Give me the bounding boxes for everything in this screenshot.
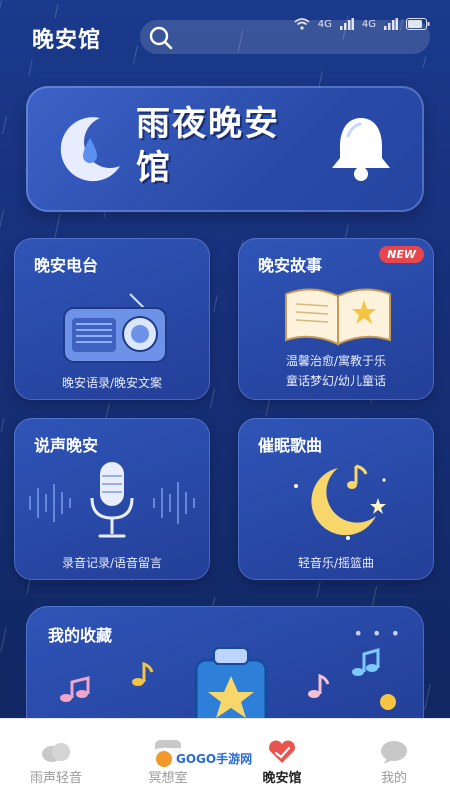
bell-icon (332, 118, 390, 181)
rain-streak (54, 213, 61, 238)
tab-label: 冥想室 (148, 771, 188, 786)
microphone-icon (29, 462, 195, 538)
favorites-section[interactable]: 我的收藏 • • • (26, 606, 424, 726)
book-icon (285, 288, 391, 346)
watermark-text: GOGO手游网 (176, 752, 253, 766)
card-title: 催眠歌曲 (258, 436, 323, 455)
card-title: 晚安电台 (34, 256, 99, 275)
signal-bars-icon (339, 18, 354, 30)
card-bedtime-radio[interactable]: 晚安电台 晚安语录/晚安文案 (14, 238, 210, 400)
rain-night-banner[interactable]: 雨夜晚安馆 (26, 86, 424, 212)
rain-cloud-icon (42, 743, 70, 762)
tab-label: 雨声轻音 (29, 771, 82, 786)
rain-streak (213, 295, 218, 312)
tab-label: 晚安馆 (262, 771, 302, 786)
signal-bars-icon (384, 18, 398, 30)
moon-music-icon (294, 464, 386, 540)
rain-streak (371, 586, 378, 606)
status-bar: 4G 4G (294, 18, 430, 30)
watermark: GOGO手游网 (150, 748, 259, 769)
card-bedtime-story[interactable]: 晚安故事 NEW 温馨治愈/寓教于乐 童话梦幻/幼儿童话 (238, 238, 434, 400)
header: 晚安馆 4G 4G (0, 0, 450, 76)
signal-label-2: 4G (361, 18, 376, 30)
card-subtitle-line2: 童话梦幻/幼儿童话 (285, 374, 387, 388)
favorites-title: 我的收藏 (48, 626, 113, 645)
card-subtitle: 录音记录/语音留言 (61, 556, 163, 570)
card-title: 晚安故事 (258, 256, 323, 275)
signal-label-1: 4G (317, 18, 332, 30)
tab-rain-sounds[interactable]: 雨声轻音 (0, 719, 112, 800)
more-icon[interactable]: • • • (354, 624, 402, 643)
music-notes-illustration (60, 647, 396, 726)
card-title: 说声晚安 (34, 436, 99, 455)
chat-icon (381, 741, 407, 764)
rain-streak (0, 209, 5, 230)
page-title: 晚安馆 (32, 28, 102, 53)
rain-streak (424, 683, 431, 710)
rain-streak (209, 388, 216, 408)
search-icon[interactable] (148, 25, 174, 51)
tab-mine[interactable]: 我的 (338, 719, 450, 800)
rain-streak (0, 627, 7, 652)
card-subtitle: 轻音乐/摇篮曲 (297, 556, 375, 570)
tab-label: 我的 (380, 771, 407, 786)
heart-icon (269, 740, 295, 763)
watermark-logo-icon (156, 750, 172, 767)
radio-icon (63, 293, 167, 363)
battery-icon (406, 18, 430, 30)
rain-streak (2, 116, 7, 134)
card-subtitle-line1: 温馨治愈/寓教于乐 (285, 354, 387, 368)
new-badge: NEW (379, 246, 424, 263)
moon-drop-icon (60, 117, 120, 182)
rain-streak (316, 582, 321, 598)
rain-streak (0, 418, 5, 432)
wifi-icon (294, 18, 310, 30)
card-lullaby-songs[interactable]: 催眠歌曲 轻音乐/摇篮曲 (238, 418, 434, 580)
banner-title: 雨夜晚安馆 (136, 104, 280, 188)
card-say-goodnight[interactable]: 说声晚安 录音记录/语音留言 (14, 418, 210, 580)
card-subtitle: 晚安语录/晚安文案 (61, 376, 163, 390)
